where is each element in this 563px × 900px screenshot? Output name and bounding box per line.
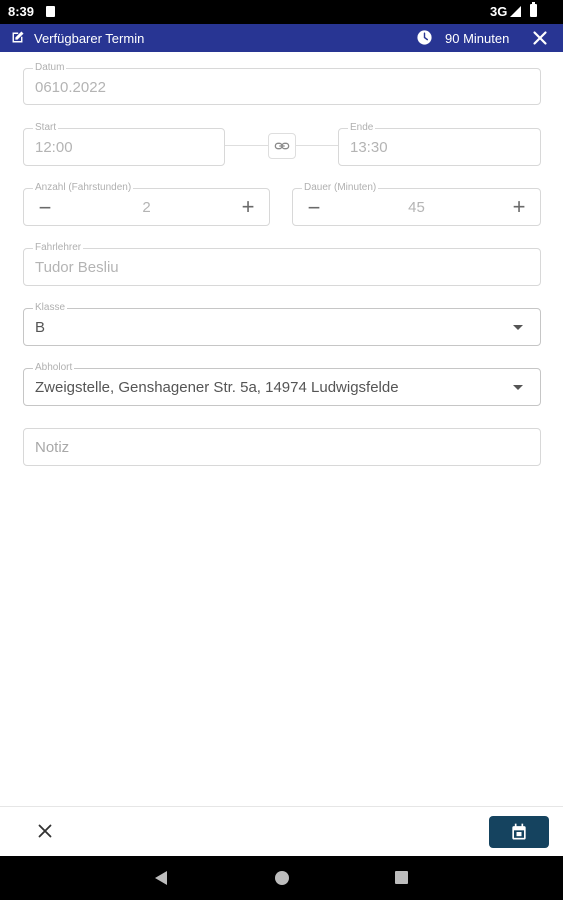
home-icon[interactable] — [275, 871, 289, 885]
date-label: Datum — [33, 62, 67, 74]
status-time: 8:39 — [8, 4, 35, 19]
network-type: 3G — [490, 4, 508, 19]
header-title: Verfügbarer Termin — [34, 31, 145, 46]
note-input[interactable]: Notiz — [23, 428, 541, 466]
instructor-field[interactable]: Fahrlehrer Tudor Besliu — [23, 242, 541, 286]
link-icon — [274, 142, 290, 150]
note-placeholder: Notiz — [35, 439, 70, 456]
notification-icon — [46, 6, 55, 17]
edit-icon — [12, 31, 24, 43]
save-to-calendar-button[interactable] — [489, 816, 549, 848]
start-value: 12:00 — [35, 139, 73, 156]
start-label: Start — [33, 122, 59, 134]
pickup-label: Abholort — [33, 362, 75, 374]
date-field[interactable]: Datum 0610.2022 — [23, 62, 541, 105]
link-line-left — [225, 145, 268, 146]
duration-label: 90 Minuten — [445, 31, 510, 46]
close-icon[interactable] — [529, 27, 551, 49]
end-value: 13:30 — [350, 139, 388, 156]
duration-value: 45 — [408, 199, 425, 216]
instructor-label: Fahrlehrer — [33, 242, 84, 254]
signal-icon — [510, 6, 521, 17]
class-select[interactable]: Klasse B — [23, 302, 541, 346]
clock-icon — [417, 30, 432, 45]
instructor-value: Tudor Besliu — [35, 259, 119, 276]
class-value: B — [35, 319, 46, 336]
status-bar: 8:39 3G — [0, 0, 563, 24]
link-line-right — [296, 145, 338, 146]
link-times-button[interactable] — [268, 133, 296, 159]
lesson-count-stepper: Anzahl (Fahrstunden) − 2 + — [23, 182, 270, 226]
lesson-count-label: Anzahl (Fahrstunden) — [33, 182, 134, 194]
pickup-value: Zweigstelle, Genshagener Str. 5a, 14974 … — [35, 379, 399, 396]
back-icon[interactable] — [155, 871, 167, 885]
recent-apps-icon[interactable] — [395, 871, 408, 884]
dropdown-arrow-icon — [513, 385, 523, 390]
start-time-field[interactable]: Start 12:00 — [23, 122, 225, 166]
lesson-count-value: 2 — [142, 199, 151, 216]
close-icon[interactable] — [34, 820, 56, 842]
lesson-count-increment-button[interactable]: + — [240, 196, 256, 218]
bottom-divider — [0, 806, 563, 807]
battery-icon — [530, 2, 537, 17]
end-time-field[interactable]: Ende 13:30 — [338, 122, 541, 166]
duration-label-field: Dauer (Minuten) — [302, 182, 379, 194]
class-label: Klasse — [33, 302, 68, 314]
dropdown-arrow-icon — [513, 325, 523, 330]
duration-stepper: Dauer (Minuten) − 45 + — [292, 182, 541, 226]
end-label: Ende — [348, 122, 376, 134]
duration-increment-button[interactable]: + — [511, 196, 527, 218]
date-value: 0610.2022 — [35, 79, 106, 96]
pickup-location-select[interactable]: Abholort Zweigstelle, Genshagener Str. 5… — [23, 362, 541, 406]
calendar-icon — [512, 823, 526, 840]
app-header: Verfügbarer Termin 90 Minuten — [0, 24, 563, 52]
